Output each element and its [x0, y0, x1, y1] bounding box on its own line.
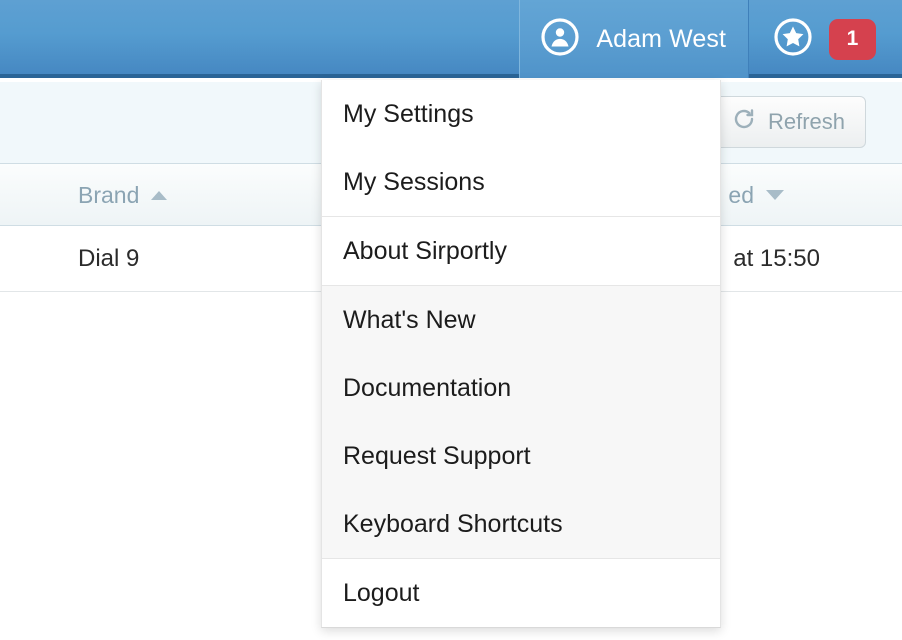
user-circle-icon	[540, 17, 580, 62]
column-header-brand-label: Brand	[78, 181, 140, 208]
caret-down-icon	[766, 190, 784, 200]
caret-up-icon	[151, 190, 168, 200]
refresh-button-label: Refresh	[767, 109, 845, 134]
menu-group-help: What's New Documentation Request Support…	[322, 285, 720, 559]
menu-item-label: Documentation	[343, 373, 512, 402]
column-header-brand[interactable]: Brand	[78, 164, 168, 226]
app-root: Refresh Brand ed Dial 9 at 15:50 Adam We…	[0, 0, 902, 640]
menu-item-label: About Sirportly	[343, 236, 507, 265]
menu-item-request-support[interactable]: Request Support	[322, 422, 720, 490]
menu-item-label: What's New	[343, 305, 476, 334]
menu-group-about: About Sirportly	[322, 216, 720, 285]
menu-item-label: My Settings	[343, 99, 474, 128]
cell-brand: Dial 9	[78, 245, 140, 272]
menu-item-about-sirportly[interactable]: About Sirportly	[322, 217, 720, 285]
menu-item-logout[interactable]: Logout	[322, 559, 720, 627]
menu-item-keyboard-shortcuts[interactable]: Keyboard Shortcuts	[322, 490, 720, 558]
menu-item-label: Request Support	[343, 441, 531, 470]
menu-item-whats-new[interactable]: What's New	[322, 286, 720, 354]
cell-updated: at 15:50	[733, 245, 820, 272]
user-dropdown-menu: My Settings My Sessions About Sirportly …	[321, 80, 721, 628]
menu-item-label: My Sessions	[343, 167, 485, 196]
menu-item-documentation[interactable]: Documentation	[322, 354, 720, 422]
menu-item-label: Logout	[343, 578, 420, 607]
menu-item-my-settings[interactable]: My Settings	[322, 80, 720, 148]
user-menu-tab[interactable]: Adam West	[519, 0, 749, 78]
column-header-updated-label: ed	[728, 181, 754, 208]
column-header-updated[interactable]: ed	[728, 164, 784, 226]
menu-group-account: My Settings My Sessions	[322, 80, 720, 216]
notification-badge[interactable]: 1	[829, 18, 876, 60]
refresh-icon	[732, 107, 756, 137]
star-circle-icon[interactable]	[773, 17, 813, 62]
header-icons: 1	[749, 0, 902, 78]
user-name-label: Adam West	[596, 24, 726, 53]
app-header: Adam West 1	[0, 0, 902, 78]
refresh-button[interactable]: Refresh	[710, 96, 866, 148]
header-right-cluster: Adam West 1	[519, 0, 902, 78]
menu-group-session: Logout	[322, 559, 720, 627]
menu-item-my-sessions[interactable]: My Sessions	[322, 148, 720, 216]
menu-item-label: Keyboard Shortcuts	[343, 509, 563, 538]
